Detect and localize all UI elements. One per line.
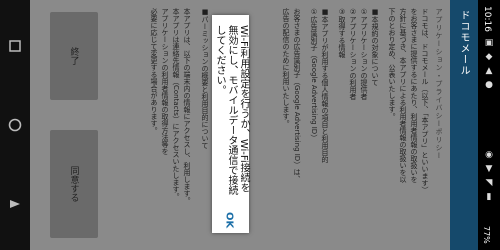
notification-icon: ● [485,80,493,90]
policy-line: お客さまの広告識別子（Google Advertising ID）は、 [293,8,301,183]
back-icon [10,200,20,208]
policy-line: ■パーミッションの概要と利用目的について [201,8,209,149]
policy-line: 下のとおり定め、公表いたします。 [388,8,396,120]
screen: アプリケーション・プライバシーポリシー ドコモは、ドコモメール（以下、「本アプリ… [0,0,500,250]
notification-icon: ▣ [484,38,494,48]
policy-title: アプリケーション・プライバシーポリシー [435,8,443,160]
policy-line: ドコモは、ドコモメール（以下、「本アプリ」といいます） [421,8,429,194]
policy-line: ①広告識別子（Google Advertising ID） [310,8,318,142]
signal-icon: ▼ [485,164,493,174]
agree-button[interactable]: 同意する [50,130,98,238]
policy-line: ②アプリケーションの利用者 [349,8,357,100]
policy-line: 本アプリは、以下の端末内の情報にアクセスし、利用します。 [183,8,191,204]
policy-line: アプリケーションの利用者情報の取得方法等を [161,8,169,155]
notification-icon: ◆ [485,52,493,62]
policy-line: 広告の配信のために利用いたします。 [282,8,290,127]
status-bar: 10:16 ▣ ◆ ▲ ● ◉ ▼ ◥ ▮ 77% [478,0,500,250]
home-button[interactable] [7,117,23,133]
policy-line: をお客さまに提供するにあたり、利用者情報の取扱いを [410,8,418,183]
policy-line: 方針に基づき、本アプリによる利用者情報の取扱いを以 [399,8,407,183]
app-title: ドコモメール [458,10,469,76]
policy-line: 本アプリは連絡先情報（Contacts）にアクセスいたします。 [172,8,180,200]
policy-line: ③取得する情報 [338,8,346,58]
policy-line: ■本規約の対象について [371,8,379,86]
navigation-bar [0,0,30,250]
policy-line: ■本アプリが利用する個人情報の項目と利用目的 [321,8,329,163]
notification-icon: ◉ [485,150,493,160]
policy-line: ①アプリケーションの提供者 [360,8,368,100]
ok-button[interactable]: OK [218,211,240,229]
app-bar: ドコモメール [450,0,478,250]
recent-apps-button[interactable] [7,38,23,54]
finish-button[interactable]: 終了 [50,12,98,100]
dialog-message: Wi-Fi利用設定を行うか、Wi-Fi接続を無効にし、モバイルデータ通信で接続し… [214,25,249,195]
home-icon [8,118,22,132]
back-button[interactable] [7,196,23,212]
battery-percent: 77% [482,226,491,244]
notification-icon: ▲ [485,66,493,76]
wifi-alert-dialog: Wi-Fi利用設定を行うか、Wi-Fi接続を無効にし、モバイルデータ通信で接続し… [212,15,249,233]
wifi-icon: ◥ [485,178,493,188]
recent-apps-icon [9,40,21,52]
battery-icon: ▮ [486,192,492,202]
policy-line: 必要に応じて変更する場合があります。 [150,8,158,134]
status-time: 10:16 [482,6,492,32]
